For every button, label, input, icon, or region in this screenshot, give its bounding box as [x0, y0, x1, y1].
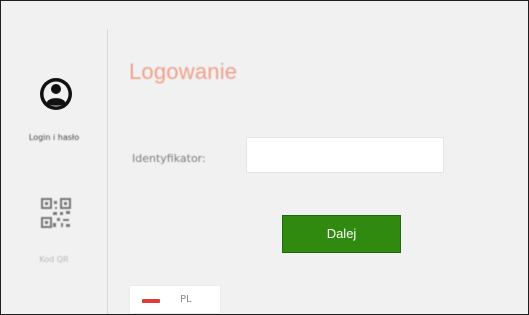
identifier-input[interactable]	[246, 137, 444, 173]
sidebar-divider	[107, 29, 108, 314]
sidebar-item-qr-code[interactable]: Kod QR	[1, 189, 107, 285]
sidebar-item-login-password[interactable]: Login i hasło	[1, 67, 107, 163]
sidebar-item-label: Kod QR	[39, 255, 69, 264]
next-button[interactable]: Dalej	[282, 215, 401, 253]
language-code: PL	[180, 294, 192, 305]
login-window: Login i hasło Kod QR Logowanie Identyfik…	[0, 0, 529, 315]
language-selector[interactable]: PL	[129, 285, 221, 314]
poland-flag-icon	[142, 299, 160, 303]
user-circle-icon	[38, 76, 74, 112]
identifier-label: Identyfikator:	[132, 152, 206, 165]
page-title: Logowanie	[129, 59, 238, 84]
sidebar-item-label: Login i hasło	[28, 133, 80, 142]
login-method-sidebar: Login i hasło Kod QR	[1, 1, 107, 314]
qr-code-icon	[38, 195, 74, 231]
